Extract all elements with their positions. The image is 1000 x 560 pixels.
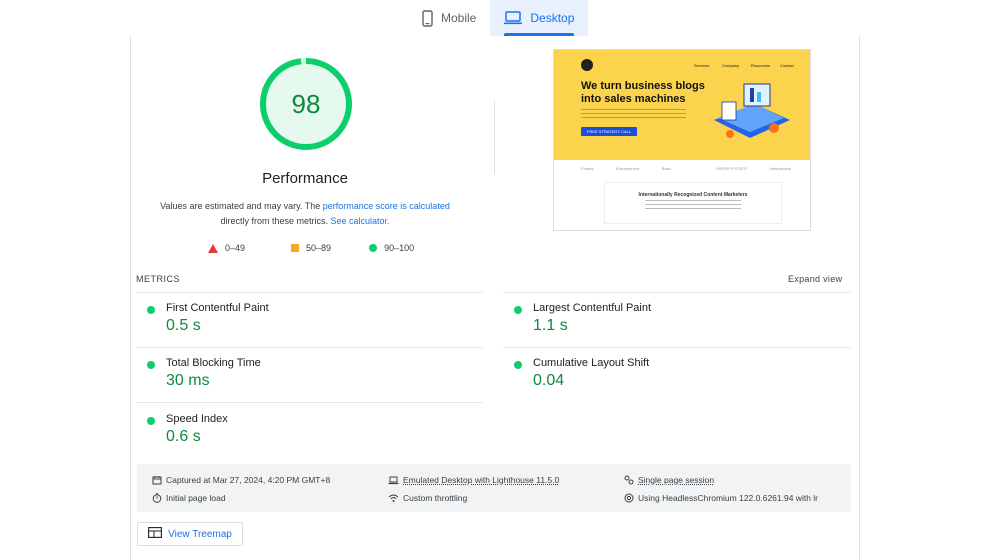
screenshot-logo: Forbes [581, 166, 594, 171]
pass-circle-icon [147, 306, 155, 314]
metrics-section-label: METRICS [136, 274, 180, 284]
metric-name: Largest Contentful Paint [533, 302, 652, 314]
screenshot-box-text [645, 200, 741, 209]
hero-illustration-icon [714, 83, 790, 138]
laptop-icon [388, 475, 399, 485]
screenshot-headline-line2: into sales machines [581, 93, 686, 105]
metric-value: 30 ms [166, 372, 210, 389]
metric-name: Total Blocking Time [166, 357, 261, 369]
runtime-info-bar: Captured at Mar 27, 2024, 4:20 PM GMT+8 … [137, 464, 851, 512]
view-treemap-label: View Treemap [168, 528, 232, 540]
throttling-info[interactable]: Custom throttling [388, 493, 467, 503]
metrics-divider [136, 292, 483, 293]
performance-score: 98 [291, 89, 321, 119]
square-icon [291, 244, 300, 252]
screenshot-logo-row: Forbes Entrepreneur Buzz SHOPIFY/STATS V… [581, 166, 791, 171]
screenshot-nav-item: Services [694, 63, 710, 68]
metric-value: 0.6 s [166, 428, 201, 445]
calendar-icon [152, 475, 162, 485]
legend-fail-label: 0–49 [225, 243, 246, 253]
browser-text: Using HeadlessChromium 122.0.6261.94 wit… [638, 493, 819, 503]
captured-at-info: Captured at Mar 27, 2024, 4:20 PM GMT+8 [152, 475, 330, 485]
metric-value: 0.04 [533, 372, 565, 389]
performance-score-link[interactable]: performance score is calculated [323, 201, 450, 211]
pass-circle-icon [514, 361, 522, 369]
screenshot-nav-item: Resources [751, 63, 771, 68]
metric-name: Speed Index [166, 413, 228, 425]
circle-icon [369, 244, 378, 252]
desc-prefix: Values are estimated and may vary. The [160, 201, 323, 211]
performance-description: Values are estimated and may vary. The p… [150, 199, 460, 229]
screenshot-content-box: Internationally Recognized Content Marke… [604, 182, 782, 224]
metrics-divider [136, 347, 483, 348]
screenshot-headline-line1: We turn business blogs [581, 80, 705, 92]
metric-name: First Contentful Paint [166, 302, 269, 314]
metric-value: 0.5 s [166, 317, 201, 334]
legend-fail: 0–49 [208, 243, 245, 253]
chrome-icon [624, 493, 634, 503]
legend-average-label: 50–89 [306, 243, 332, 253]
metrics-divider [503, 292, 851, 293]
vertical-divider [494, 100, 495, 174]
screenshot-logo: SHOPIFY/STATS [715, 166, 747, 171]
screenshot-logo: Buzz [661, 166, 671, 171]
captured-at-text: Captured at Mar 27, 2024, 4:20 PM GMT+8 [166, 475, 331, 485]
tab-desktop-label: Desktop [530, 11, 575, 25]
desc-middle: directly from these metrics. [220, 216, 331, 226]
legend-pass-label: 90–100 [384, 243, 415, 253]
device-tabs: Mobile Desktop [408, 0, 589, 36]
expand-view-button[interactable]: Expand view [788, 274, 842, 284]
pass-circle-icon [147, 361, 155, 369]
throttling-text: Custom throttling [403, 493, 468, 503]
metrics-divider [503, 347, 851, 348]
performance-title: Performance [262, 170, 348, 187]
performance-gauge[interactable]: 98 [259, 57, 353, 151]
pass-circle-icon [147, 417, 155, 425]
screenshot-nav-item: Company [722, 63, 740, 68]
see-calculator-link[interactable]: See calculator. [330, 216, 389, 226]
initial-load-info: Initial page load [152, 493, 226, 503]
wifi-icon [388, 493, 399, 503]
score-legend: 0–49 50–89 90–100 [208, 243, 414, 253]
legend-average: 50–89 [291, 243, 331, 253]
screenshot-box-title: Internationally Recognized Content Marke… [638, 192, 748, 198]
desktop-icon [504, 11, 523, 25]
view-treemap-button[interactable]: View Treemap [137, 522, 243, 546]
metrics-divider [136, 402, 483, 403]
screenshot-cta: FREE STRATEGY CALL [581, 127, 638, 136]
screenshot-hero: Services Company Resources Contact We tu… [554, 50, 810, 160]
final-screenshot[interactable]: Services Company Resources Contact We tu… [553, 49, 811, 231]
site-logo-icon [581, 59, 593, 71]
session-info[interactable]: Single page session [624, 475, 714, 485]
session-icon [624, 475, 634, 485]
pass-circle-icon [514, 306, 522, 314]
session-text: Single page session [638, 475, 715, 485]
treemap-icon [148, 527, 163, 541]
emulated-device-text: Emulated Desktop with Lighthouse 11.5.0 [403, 475, 560, 485]
initial-load-text: Initial page load [166, 493, 226, 503]
tab-mobile-label: Mobile [441, 11, 477, 25]
screenshot-logo: Entrepreneur [616, 166, 640, 171]
tab-mobile[interactable]: Mobile [408, 0, 490, 36]
mobile-icon [422, 9, 433, 27]
metric-name: Cumulative Layout Shift [533, 357, 650, 369]
metric-value: 1.1 s [533, 317, 568, 334]
timer-icon [152, 493, 162, 503]
tab-desktop[interactable]: Desktop [490, 0, 589, 36]
legend-pass: 90–100 [369, 243, 414, 253]
screenshot-nav-item: Contact [780, 63, 794, 68]
screenshot-logo: Venturebeat [769, 166, 791, 171]
browser-info[interactable]: Using HeadlessChromium 122.0.6261.94 wit… [624, 493, 818, 503]
emulated-device-info[interactable]: Emulated Desktop with Lighthouse 11.5.0 [388, 475, 559, 485]
screenshot-subtext [581, 109, 686, 121]
triangle-icon [208, 243, 218, 253]
